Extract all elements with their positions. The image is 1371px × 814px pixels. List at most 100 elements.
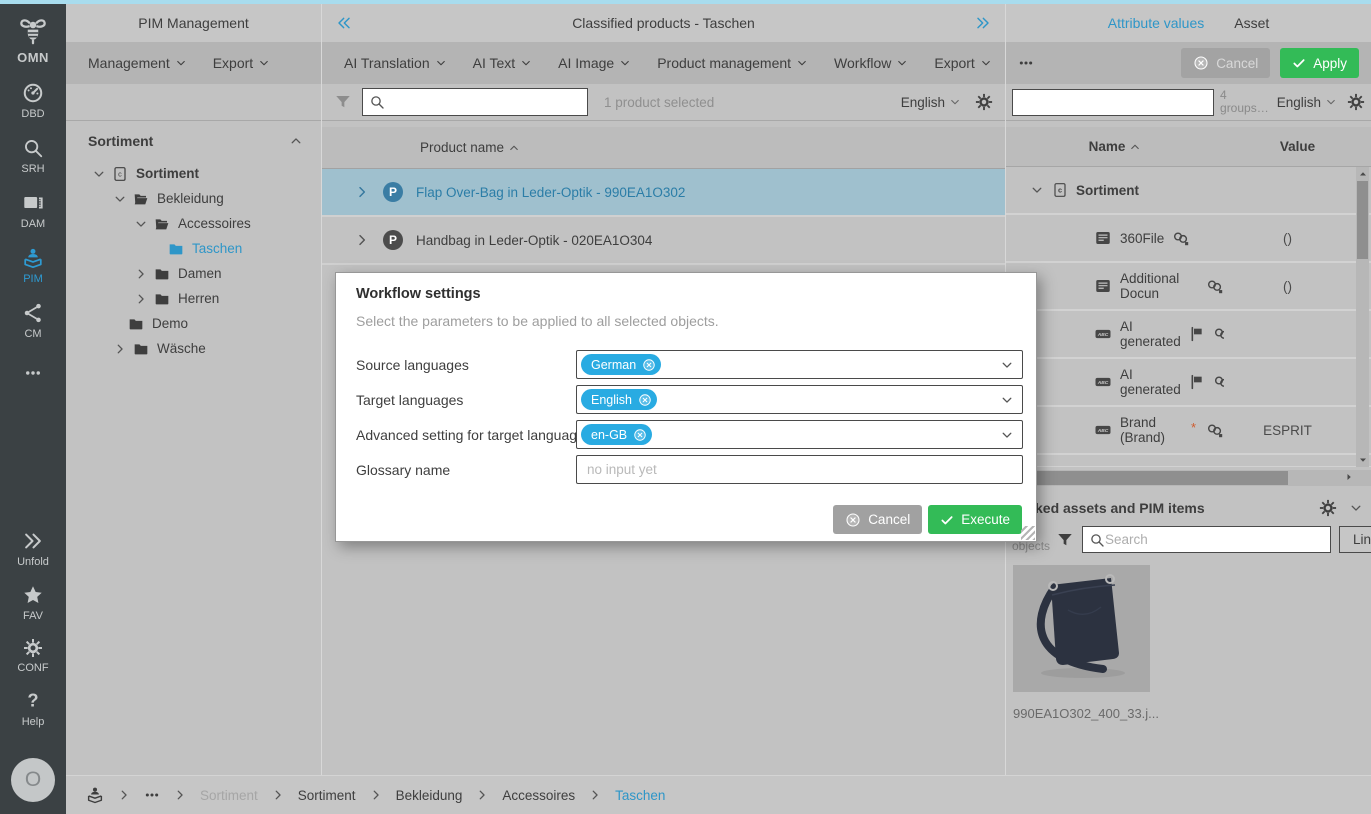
tree-item-bekleidung[interactable]: Bekleidung bbox=[66, 186, 321, 211]
chevron-down-icon[interactable] bbox=[1030, 183, 1044, 197]
sidebar-config-button[interactable]: CONF bbox=[17, 638, 48, 674]
apply-button[interactable]: Apply bbox=[1280, 48, 1359, 78]
collapse-section-icon[interactable] bbox=[289, 134, 303, 148]
chevron-right-icon[interactable] bbox=[354, 232, 370, 248]
sidebar-more-button[interactable] bbox=[24, 364, 42, 382]
menu-workflow[interactable]: Workflow bbox=[834, 55, 908, 71]
chevron-right-icon[interactable] bbox=[354, 184, 370, 200]
expand-right-icon[interactable] bbox=[975, 15, 991, 31]
unlink-icon[interactable] bbox=[1206, 421, 1224, 439]
remove-chip-icon[interactable] bbox=[638, 393, 652, 407]
product-row[interactable]: P Handbag in Leder-Optik - 020EA1O304 bbox=[322, 217, 1005, 265]
attribute-row[interactable]: AI generated bbox=[1006, 311, 1371, 359]
sidebar-unfold-button[interactable]: Unfold bbox=[17, 530, 49, 568]
tab-asset[interactable]: Asset bbox=[1234, 15, 1269, 31]
linked-search-input[interactable] bbox=[1105, 532, 1324, 547]
breadcrumb-item[interactable]: Accessoires bbox=[502, 788, 575, 803]
attribute-group-row[interactable]: Sortiment bbox=[1006, 167, 1371, 215]
filter-funnel-icon[interactable] bbox=[334, 93, 352, 111]
product-table-header[interactable]: Product name bbox=[322, 127, 1005, 169]
menu-export-center[interactable]: Export bbox=[934, 55, 991, 71]
collapse-left-icon[interactable] bbox=[336, 15, 352, 31]
cancel-button[interactable]: Cancel bbox=[1181, 48, 1270, 78]
tree-item-herren[interactable]: Herren bbox=[66, 286, 321, 311]
dialog-cancel-button[interactable]: Cancel bbox=[833, 505, 922, 534]
name-column-header[interactable]: Name bbox=[1006, 139, 1224, 154]
vertical-scrollbar[interactable] bbox=[1356, 167, 1369, 467]
sidebar-help-button[interactable]: ? Help bbox=[22, 690, 45, 728]
sidebar-item-pim[interactable]: PIM bbox=[22, 247, 44, 285]
flag-icon[interactable] bbox=[1189, 374, 1205, 390]
value-column-header[interactable]: Value bbox=[1224, 139, 1371, 154]
attribute-search-input[interactable] bbox=[1019, 95, 1207, 110]
dialog-execute-button[interactable]: Execute bbox=[928, 505, 1022, 534]
unlink-icon[interactable] bbox=[1172, 229, 1190, 247]
product-search-input[interactable] bbox=[385, 95, 581, 110]
breadcrumb-item[interactable]: Sortiment bbox=[200, 788, 258, 803]
sidebar-item-cm[interactable]: CM bbox=[22, 302, 44, 340]
scroll-right-icon[interactable] bbox=[1343, 471, 1355, 483]
sidebar-item-dbd[interactable]: DBD bbox=[21, 82, 44, 120]
chevron-down-icon[interactable] bbox=[1349, 501, 1363, 515]
menu-ai-translation[interactable]: AI Translation bbox=[344, 55, 447, 71]
remove-chip-icon[interactable] bbox=[633, 428, 647, 442]
sidebar-item-dam[interactable]: DAM bbox=[21, 192, 45, 230]
target-languages-select[interactable]: English bbox=[576, 385, 1023, 414]
scrollbar-thumb[interactable] bbox=[1008, 471, 1288, 485]
tree-item-damen[interactable]: Damen bbox=[66, 261, 321, 286]
chevron-right-icon[interactable] bbox=[113, 342, 127, 356]
omn-logo[interactable]: OMN bbox=[16, 14, 50, 65]
menu-ai-text[interactable]: AI Text bbox=[473, 55, 533, 71]
advanced-target-language-select[interactable]: en-GB bbox=[576, 420, 1023, 449]
tree-section-header[interactable]: Sortiment bbox=[66, 121, 321, 161]
remove-chip-icon[interactable] bbox=[642, 358, 656, 372]
chevron-down-icon[interactable] bbox=[1000, 393, 1014, 407]
breadcrumb-item[interactable]: Sortiment bbox=[298, 788, 356, 803]
tab-attribute-values[interactable]: Attribute values bbox=[1108, 15, 1205, 31]
tree-item-sortiment[interactable]: Sortiment bbox=[66, 161, 321, 186]
unlink-icon[interactable] bbox=[1206, 277, 1224, 295]
menu-product-management[interactable]: Product management bbox=[657, 55, 808, 71]
attribute-row[interactable]: AI generated bbox=[1006, 359, 1371, 407]
menu-export[interactable]: Export bbox=[213, 55, 270, 71]
product-row[interactable]: P Flap Over-Bag in Leder-Optik - 990EA1O… bbox=[322, 169, 1005, 217]
linked-asset-card[interactable]: 990EA1O302_400_33.j... bbox=[1013, 565, 1150, 721]
chevron-down-icon[interactable] bbox=[1000, 358, 1014, 372]
source-languages-select[interactable]: German bbox=[576, 350, 1023, 379]
glossary-name-input[interactable] bbox=[576, 455, 1023, 484]
tree-item-waesche[interactable]: Wäsche bbox=[66, 336, 321, 361]
chevron-right-icon[interactable] bbox=[134, 267, 148, 281]
sidebar-favorites-button[interactable]: FAV bbox=[22, 584, 44, 622]
filter-funnel-icon[interactable] bbox=[1056, 531, 1074, 549]
attribute-row[interactable]: Additional Docun () bbox=[1006, 263, 1371, 311]
tree-item-taschen[interactable]: Taschen bbox=[66, 236, 321, 261]
horizontal-scrollbar[interactable] bbox=[1006, 470, 1371, 486]
tree-item-demo[interactable]: Demo bbox=[66, 311, 321, 336]
breadcrumb-ellipsis[interactable] bbox=[144, 787, 160, 803]
language-select-right[interactable]: English bbox=[1277, 95, 1337, 110]
breadcrumb-item[interactable]: Bekleidung bbox=[396, 788, 463, 803]
scroll-down-icon[interactable] bbox=[1357, 454, 1369, 466]
unlink-icon[interactable] bbox=[1213, 373, 1224, 391]
gear-icon[interactable] bbox=[975, 93, 993, 111]
link-button[interactable]: Lin bbox=[1339, 526, 1371, 553]
chevron-down-icon[interactable] bbox=[134, 217, 148, 231]
chevron-down-icon[interactable] bbox=[1000, 428, 1014, 442]
menu-management[interactable]: Management bbox=[88, 55, 187, 71]
unlink-icon[interactable] bbox=[1213, 325, 1224, 343]
gear-icon[interactable] bbox=[1319, 499, 1337, 517]
more-menu-icon[interactable] bbox=[1018, 55, 1034, 71]
flag-icon[interactable] bbox=[1189, 326, 1205, 342]
menu-ai-image[interactable]: AI Image bbox=[558, 55, 631, 71]
gear-icon[interactable] bbox=[1347, 93, 1365, 111]
attribute-row[interactable]: 360File () bbox=[1006, 215, 1371, 263]
breadcrumb-item-current[interactable]: Taschen bbox=[615, 788, 665, 803]
chevron-down-icon[interactable] bbox=[113, 192, 127, 206]
language-select-center[interactable]: English bbox=[901, 95, 961, 110]
sidebar-item-srh[interactable]: SRH bbox=[21, 137, 44, 175]
user-avatar[interactable]: O bbox=[11, 758, 55, 802]
resize-grip[interactable] bbox=[1021, 526, 1035, 540]
scroll-up-icon[interactable] bbox=[1357, 168, 1369, 180]
chevron-right-icon[interactable] bbox=[134, 292, 148, 306]
chevron-down-icon[interactable] bbox=[92, 167, 106, 181]
